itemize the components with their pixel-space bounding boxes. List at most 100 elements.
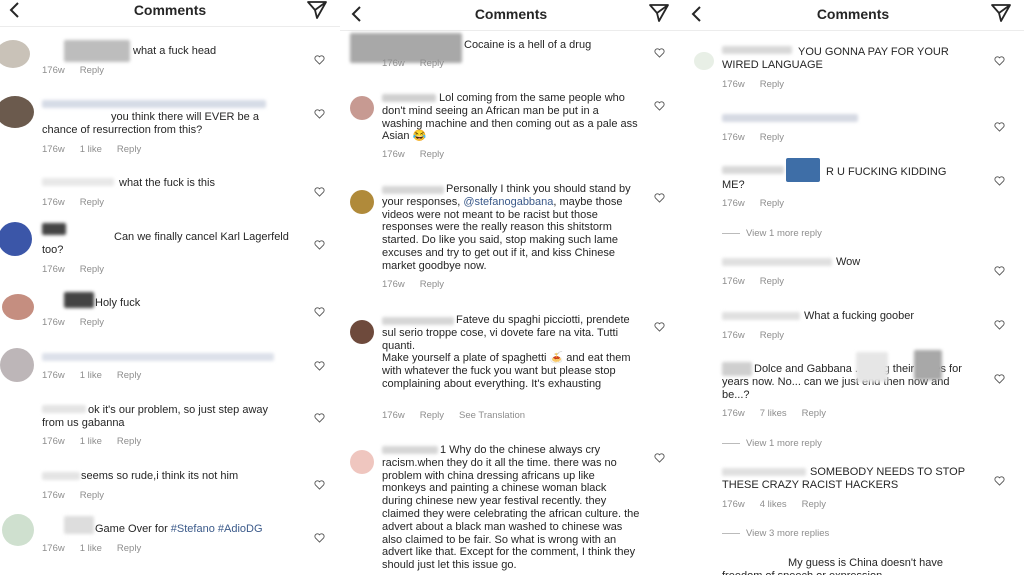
comments-panel-1: Comments what a fuck head 176w Reply you … <box>0 0 340 575</box>
comment-time: 176w <box>42 65 65 76</box>
comment-meta: 176w Reply <box>42 197 119 208</box>
comment-text: what a fuck head <box>133 45 217 57</box>
reply-button[interactable]: Reply <box>760 276 784 287</box>
redacted-username <box>722 258 832 266</box>
heart-icon[interactable] <box>654 322 665 332</box>
heart-icon[interactable] <box>314 480 325 490</box>
header: Comments <box>682 0 1024 31</box>
comment-text: what the fuck is this <box>119 177 215 189</box>
view-more-replies[interactable]: View 3 more replies <box>722 528 829 539</box>
reply-button[interactable]: Reply <box>80 317 104 328</box>
heart-icon[interactable] <box>314 109 325 119</box>
heart-icon[interactable] <box>314 533 325 543</box>
comment-meta: 176w Reply <box>722 79 799 90</box>
like-count[interactable]: 1 like <box>80 543 102 554</box>
avatar[interactable] <box>0 96 34 128</box>
reply-button[interactable]: Reply <box>80 197 104 208</box>
like-count[interactable]: 1 like <box>80 370 102 381</box>
heart-icon[interactable] <box>314 55 325 65</box>
reply-button[interactable]: Reply <box>80 264 104 275</box>
reply-button[interactable]: Reply <box>117 144 141 155</box>
heart-icon[interactable] <box>994 374 1005 384</box>
view-more-replies[interactable]: View 1 more reply <box>722 228 822 239</box>
comments-panel-3: Comments YOU GONNA PAY FOR YOUR WIRED LA… <box>682 0 1024 575</box>
heart-icon[interactable] <box>654 48 665 58</box>
comment-time: 176w <box>722 408 745 419</box>
heart-icon[interactable] <box>314 240 325 250</box>
like-count[interactable]: 7 likes <box>760 408 787 419</box>
see-translation-button[interactable]: See Translation <box>459 410 525 421</box>
avatar[interactable] <box>0 40 30 68</box>
heart-icon[interactable] <box>654 101 665 111</box>
reply-button[interactable]: Reply <box>802 408 826 419</box>
reply-button[interactable]: Reply <box>117 543 141 554</box>
heart-icon[interactable] <box>994 122 1005 132</box>
reply-button[interactable]: Reply <box>760 79 784 90</box>
heart-icon[interactable] <box>654 193 665 203</box>
avatar[interactable] <box>2 514 34 546</box>
avatar[interactable] <box>350 450 374 474</box>
comment-text: Game Over for #Stefano #AdioDG <box>95 523 325 536</box>
redacted-username <box>42 472 80 480</box>
heart-icon[interactable] <box>994 176 1005 186</box>
reply-button[interactable]: Reply <box>420 410 444 421</box>
comment-text: Wow <box>836 256 861 268</box>
comment-meta: 176w Reply <box>42 264 119 275</box>
heart-icon[interactable] <box>654 453 665 463</box>
paper-plane-icon[interactable] <box>990 3 1012 23</box>
comments-panel-2: Comments Cocaine is a hell of a drug 176… <box>340 0 682 575</box>
comment-text: you think there will EVER be a chance of… <box>42 111 259 136</box>
page-title: Comments <box>133 2 207 18</box>
reply-button[interactable]: Reply <box>80 65 104 76</box>
paper-plane-icon[interactable] <box>648 3 670 23</box>
page-title: Comments <box>816 6 890 22</box>
mention-link[interactable]: @stefanogabbana <box>463 196 553 208</box>
paper-plane-icon[interactable] <box>306 0 328 20</box>
reply-button[interactable]: Reply <box>117 436 141 447</box>
comment-text: seems so rude,i think its not him <box>81 470 239 482</box>
comment-time: 176w <box>382 279 405 290</box>
reply-button[interactable]: Reply <box>420 58 444 69</box>
redacted-overlay <box>914 350 942 380</box>
reply-button[interactable]: Reply <box>80 490 104 501</box>
like-count[interactable]: 1 like <box>80 436 102 447</box>
like-count[interactable]: 4 likes <box>760 499 787 510</box>
reply-button[interactable]: Reply <box>420 149 444 160</box>
heart-icon[interactable] <box>994 320 1005 330</box>
heart-icon[interactable] <box>314 361 325 371</box>
avatar[interactable] <box>2 294 34 320</box>
like-count[interactable]: 1 like <box>80 144 102 155</box>
heart-icon[interactable] <box>994 476 1005 486</box>
view-more-replies[interactable]: View 1 more reply <box>722 438 822 449</box>
comment-text: R U FUCKING KIDDING ME? <box>722 166 947 191</box>
heart-icon[interactable] <box>314 187 325 197</box>
reply-button[interactable]: Reply <box>117 370 141 381</box>
comment-text: What a fucking goober <box>804 310 915 322</box>
comment-meta: 176w Reply <box>42 317 119 328</box>
page-title: Comments <box>474 6 548 22</box>
comment-meta: 176w Reply See Translation <box>382 410 540 421</box>
hashtag-link[interactable]: #Stefano #AdioDG <box>171 523 263 535</box>
reply-button[interactable]: Reply <box>802 499 826 510</box>
heart-icon[interactable] <box>314 413 325 423</box>
avatar[interactable] <box>0 222 32 256</box>
avatar[interactable] <box>350 96 374 120</box>
heart-icon[interactable] <box>994 56 1005 66</box>
heart-icon[interactable] <box>314 307 325 317</box>
avatar[interactable] <box>350 190 374 214</box>
reply-button[interactable]: Reply <box>420 279 444 290</box>
comment-text: ok it's our problem, so just step away f… <box>42 404 269 429</box>
comment-meta: 176w 7 likes Reply <box>722 408 841 419</box>
reply-button[interactable]: Reply <box>760 330 784 341</box>
heart-icon[interactable] <box>994 266 1005 276</box>
comment-time: 176w <box>722 132 745 143</box>
avatar[interactable] <box>694 52 714 70</box>
comment-text: Can we finally cancel Karl Lagerfeld too… <box>42 231 289 256</box>
reply-button[interactable]: Reply <box>760 132 784 143</box>
avatar[interactable] <box>0 348 34 382</box>
comment-meta: 176w Reply <box>382 149 459 160</box>
reply-button[interactable]: Reply <box>760 198 784 209</box>
comment-text: SOMEBODY NEEDS TO STOP THESE CRAZY RACIS… <box>722 466 965 491</box>
redacted-overlay <box>856 352 888 382</box>
avatar[interactable] <box>350 320 374 344</box>
